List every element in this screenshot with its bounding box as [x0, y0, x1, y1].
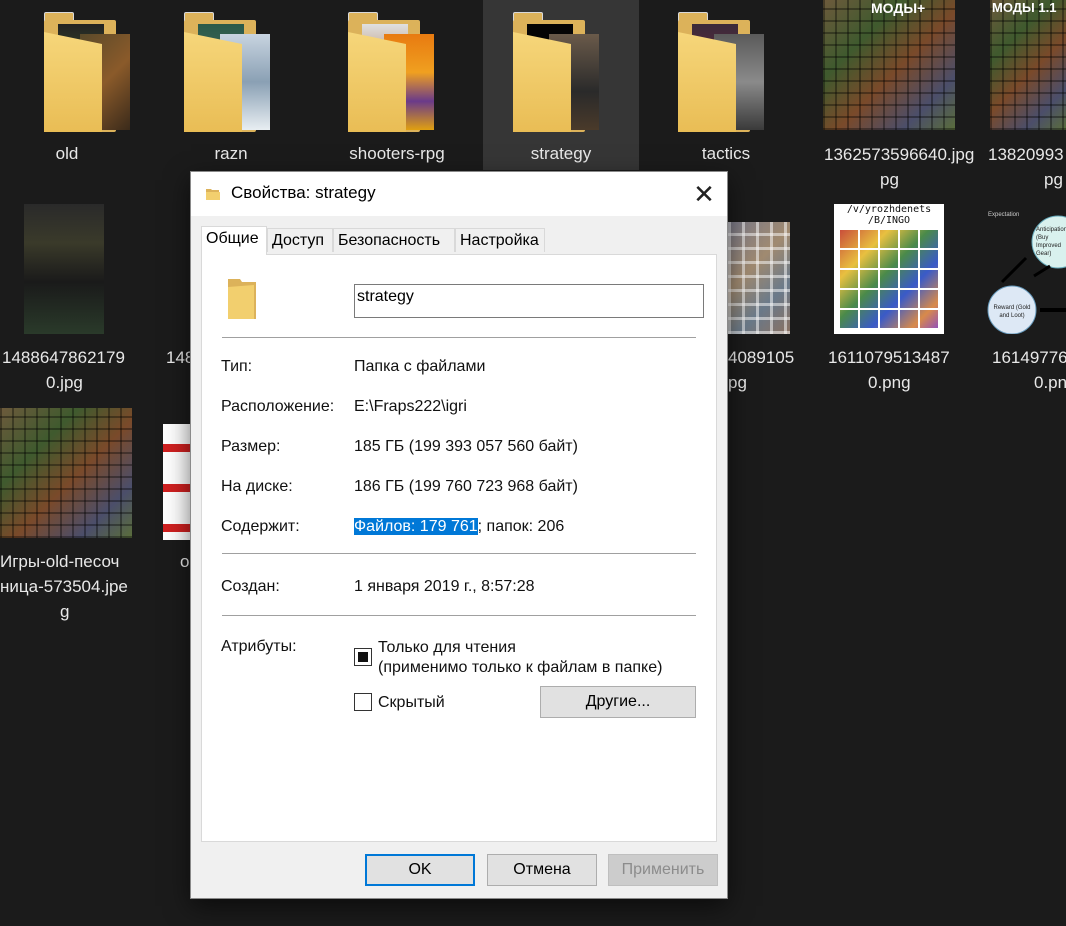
item-caption: strategy: [530, 144, 592, 163]
item-caption: razn: [214, 144, 248, 163]
image-thumbnail-mods-1-1[interactable]: МОДЫ 1.1: [990, 0, 1066, 130]
item-caption: tactics: [701, 144, 751, 163]
apply-button[interactable]: Применить: [608, 854, 718, 886]
size-on-disk-value: 186 ГБ (199 760 723 968 байт): [354, 478, 578, 495]
separator: [222, 337, 696, 338]
item-caption: 16149776: [992, 348, 1066, 367]
close-button[interactable]: ✕: [681, 172, 727, 216]
folder-icon: [513, 12, 613, 132]
folder-icon: [184, 12, 284, 132]
size-on-disk-label: На диске:: [221, 478, 293, 495]
folder-name-input[interactable]: strategy: [354, 284, 704, 318]
dialog-title: Свойства: strategy: [231, 183, 376, 202]
item-caption: ница-573504.jpe: [0, 577, 128, 596]
cancel-button[interactable]: Отмена: [487, 854, 597, 886]
created-label: Создан:: [221, 578, 280, 595]
item-caption: 1488647862179: [2, 348, 125, 367]
folder-icon: [206, 189, 220, 200]
item-caption: 0.pn: [1034, 373, 1066, 392]
readonly-note: (применимо только к файлам в папке): [378, 659, 663, 676]
folder-icon: [228, 279, 256, 319]
type-value: Папка с файлами: [354, 358, 486, 375]
folder-item-tactics[interactable]: tactics: [646, 0, 806, 170]
image-thumbnail-bingo[interactable]: /v/yrozhdenets /B/INGO: [834, 204, 944, 334]
location-label: Расположение:: [221, 398, 335, 415]
folder-item-razn[interactable]: razn: [164, 0, 298, 170]
hidden-label[interactable]: Скрытый: [378, 693, 445, 713]
diagram-label: Anticipation (Buy Improved Gear): [1036, 227, 1066, 257]
hidden-checkbox[interactable]: [354, 693, 372, 711]
separator: [222, 553, 696, 554]
folder-item-old[interactable]: old: [0, 0, 160, 170]
item-caption: pg: [880, 170, 899, 189]
item-caption: o: [180, 552, 190, 571]
readonly-label[interactable]: Только для чтения: [378, 638, 516, 658]
location-value: E:\Fraps222\igri: [354, 398, 467, 415]
advanced-button[interactable]: Другие...: [540, 686, 696, 718]
ok-button[interactable]: OK: [365, 854, 475, 886]
general-panel: strategy Тип: Папка с файлами Расположен…: [201, 254, 717, 842]
image-thumbnail[interactable]: [24, 204, 104, 334]
item-caption: g: [60, 602, 70, 621]
contains-value[interactable]: Файлов: 179 761; папок: 206: [354, 518, 564, 536]
tab-security[interactable]: Безопасность: [333, 228, 455, 252]
thumbnail-text: /v/yrozhdenets: [846, 204, 932, 215]
contains-label: Содержит:: [221, 518, 300, 535]
folder-item-shooters-rpg[interactable]: shooters-rpg: [320, 0, 474, 170]
tab-sharing[interactable]: Доступ: [267, 228, 333, 252]
item-caption: old: [55, 144, 79, 163]
title-bar[interactable]: Свойства: strategy ✕: [191, 172, 727, 216]
item-caption: Игры-old-песоч: [0, 552, 120, 571]
image-thumbnail[interactable]: [0, 408, 132, 538]
item-caption: 0.jpg: [46, 373, 83, 392]
size-label: Размер:: [221, 438, 281, 455]
selected-text: Файлов: 179 761: [354, 518, 478, 535]
thumbnail-text: МОДЫ+: [871, 0, 926, 16]
image-thumbnail-diagram[interactable]: Expectation Anticipation (Buy Improved G…: [980, 204, 1066, 335]
item-caption: shooters-rpg: [349, 144, 445, 163]
thumbnail-text: МОДЫ 1.1: [992, 0, 1057, 15]
diagram-label: Expectation: [988, 212, 1020, 218]
attributes-label: Атрибуты:: [221, 638, 297, 655]
type-label: Тип:: [221, 358, 253, 375]
tab-customize[interactable]: Настройка: [455, 228, 545, 252]
separator: [222, 615, 696, 616]
item-caption: pg: [728, 373, 747, 392]
folder-icon: [44, 12, 144, 132]
folder-icon: [348, 12, 448, 132]
item-caption: 13820993: [988, 145, 1064, 164]
image-thumbnail-mods[interactable]: МОДЫ+: [823, 0, 955, 130]
diagram-label: Reward (Gold and Loot): [993, 305, 1031, 319]
properties-dialog: Свойства: strategy ✕ Общие Доступ Безопа…: [191, 172, 727, 898]
size-value: 185 ГБ (199 393 057 560 байт): [354, 438, 578, 455]
image-thumbnail[interactable]: [728, 222, 790, 334]
folders-count-text: ; папок: 206: [477, 518, 565, 535]
item-caption: 1611079513487: [828, 348, 950, 367]
created-value: 1 января 2019 г., 8:57:28: [354, 578, 535, 595]
tab-general[interactable]: Общие: [201, 226, 267, 255]
item-caption: pg: [1044, 170, 1063, 189]
readonly-checkbox[interactable]: [354, 648, 372, 666]
thumbnail-text: /B/INGO: [867, 215, 911, 226]
folder-item-strategy[interactable]: strategy: [483, 0, 639, 170]
folder-icon: [678, 12, 778, 132]
item-caption: 1362573596640.jpg: [824, 145, 975, 164]
image-thumbnail[interactable]: [163, 424, 193, 540]
item-caption: 0.png: [868, 373, 911, 392]
item-caption: 4089105: [728, 348, 795, 367]
